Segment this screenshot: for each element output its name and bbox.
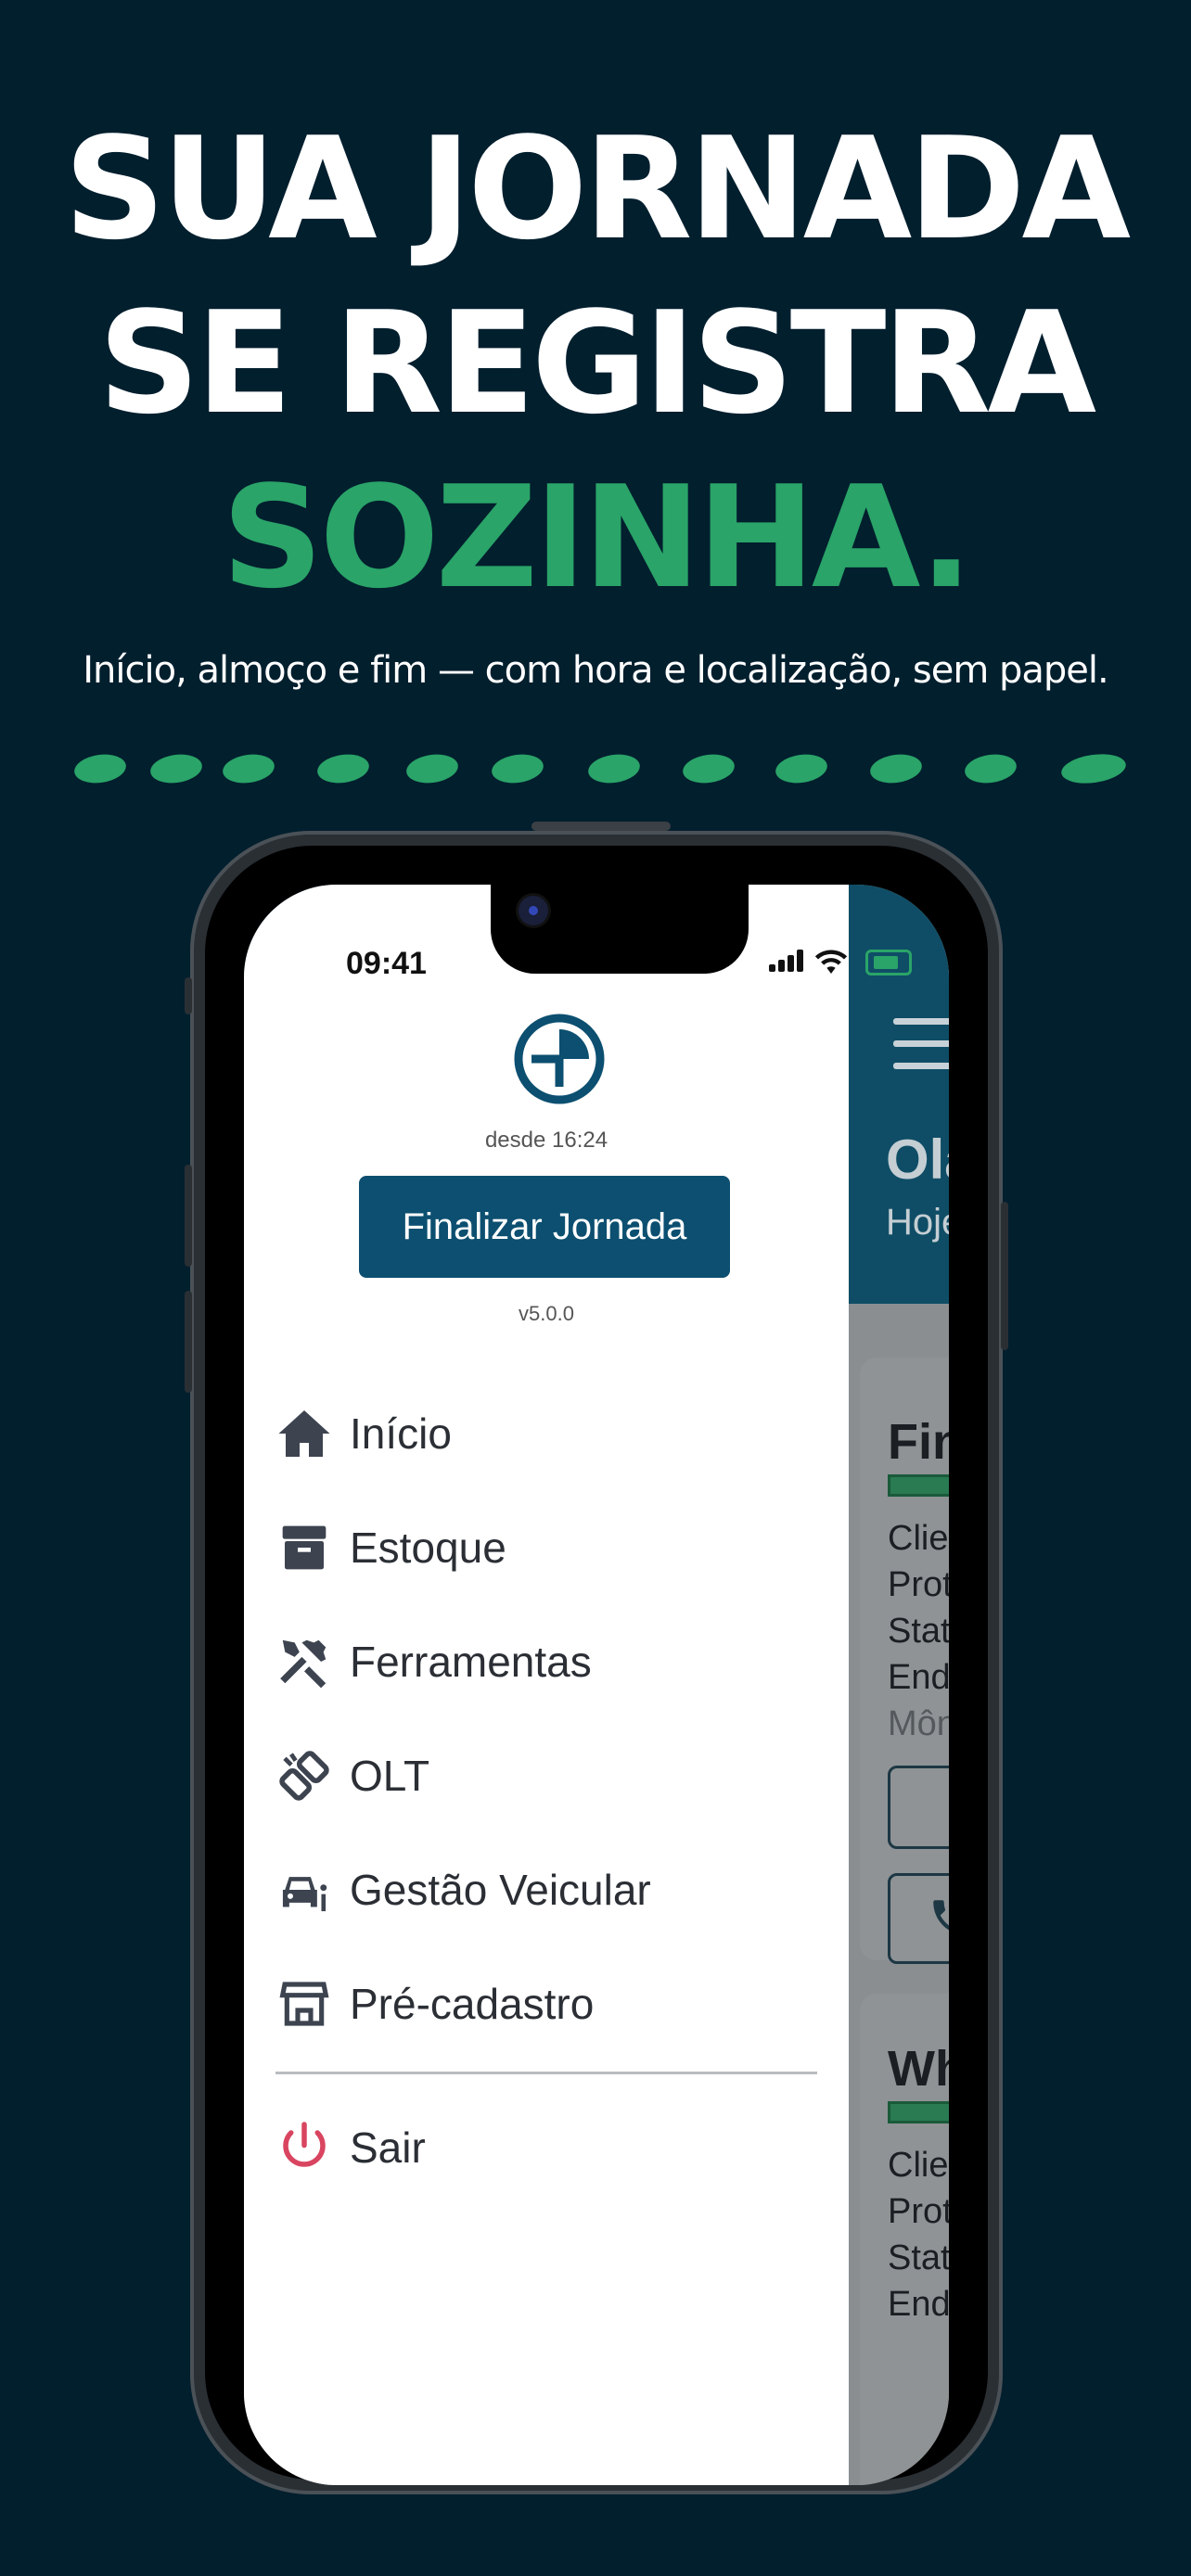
dot: [404, 751, 460, 786]
home-icon: [272, 1401, 337, 1466]
phone-icon: [933, 1900, 949, 1931]
dot: [1059, 750, 1128, 787]
menu-item-estoque[interactable]: Estoque: [272, 1511, 828, 1585]
tools-icon: [272, 1629, 337, 1694]
mute-switch: [185, 977, 192, 1014]
dot: [72, 751, 128, 786]
dot: [490, 751, 545, 786]
dot: [148, 751, 204, 786]
app-logo-icon: [514, 1014, 605, 1104]
card-line: Ende: [888, 2285, 949, 2324]
dot: [868, 751, 924, 786]
archive-box-icon: [272, 1515, 337, 1580]
store-icon: [272, 1971, 337, 2036]
menu-label: Estoque: [350, 1524, 506, 1572]
power-button: [1001, 1202, 1008, 1350]
dot: [963, 751, 1018, 786]
cable-plug-icon: [272, 1743, 337, 1808]
today-text: Hoje v: [886, 1202, 949, 1243]
hero-headline: SUA JORNADA SE REGISTRA SOZINHA.: [0, 102, 1191, 625]
card-status-bar: [888, 1474, 949, 1497]
menu-item-pre-cadastro[interactable]: Pré-cadastro: [272, 1967, 828, 2041]
card-title: Wha: [888, 2041, 949, 2097]
menu-label: Pré-cadastro: [350, 1980, 595, 2028]
car-info-icon: [272, 1857, 337, 1922]
volume-down-button: [185, 1291, 192, 1393]
menu-label: OLT: [350, 1752, 430, 1800]
card-title: Fina: [888, 1414, 949, 1470]
app-version: v5.0.0: [519, 1302, 574, 1325]
card-line: Proto: [888, 1565, 949, 1604]
menu-label: Início: [350, 1409, 452, 1458]
top-speaker: [531, 822, 671, 831]
volume-up-button: [185, 1165, 192, 1267]
navigation-drawer: 09:41 desde 16:24 Finalizar Jornada v5.0…: [244, 885, 849, 2485]
menu-item-sair[interactable]: Sair: [272, 2111, 828, 2185]
phone-screen: Olá Hoje v Fina Clien Proto Statu Ende M…: [244, 885, 949, 2485]
decorative-dots: [72, 747, 1132, 794]
dot: [315, 751, 371, 786]
signal-icon: [769, 950, 806, 972]
phone-notch: [491, 885, 749, 974]
card-line: Statu: [888, 1612, 949, 1651]
service-card[interactable]: Wha Clien Proto Statu Ende: [860, 1994, 949, 2485]
battery-icon: [865, 950, 912, 976]
finish-journey-button[interactable]: Finalizar Jornada: [359, 1176, 730, 1278]
menu-item-inicio[interactable]: Início: [272, 1396, 828, 1471]
greeting-text: Olá: [886, 1129, 949, 1191]
menu-label: Sair: [350, 2123, 426, 2172]
front-camera: [519, 896, 548, 925]
menu-item-olt[interactable]: OLT: [272, 1739, 828, 1813]
journey-start-time: desde 16:24: [484, 1128, 608, 1153]
card-line: Mônic: [888, 1704, 949, 1743]
card-line: Statu: [888, 2238, 949, 2277]
menu-label: Gestão Veicular: [350, 1866, 651, 1914]
headline-line-1: SUA JORNADA: [63, 107, 1131, 271]
service-card[interactable]: Fina Clien Proto Statu Ende Mônic: [860, 1358, 949, 1964]
card-line: Clien: [888, 2146, 949, 2185]
headline-line-2: SE REGISTRA: [97, 281, 1096, 445]
power-icon: [272, 2115, 337, 2180]
card-status-bar: [888, 2101, 949, 2123]
card-line: Clien: [888, 1519, 949, 1558]
menu-label: Ferramentas: [350, 1638, 592, 1686]
dot: [586, 751, 642, 786]
menu-divider: [275, 2072, 817, 2074]
card-line: Proto: [888, 2192, 949, 2231]
menu-item-gestao-veicular[interactable]: Gestão Veicular: [272, 1853, 828, 1927]
menu-icon[interactable]: [893, 1018, 949, 1085]
dot: [681, 751, 736, 786]
phone-mockup: Olá Hoje v Fina Clien Proto Statu Ende M…: [185, 822, 1008, 2494]
card-action-button[interactable]: [888, 1766, 949, 1849]
dot: [774, 751, 829, 786]
phone-bezel: Olá Hoje v Fina Clien Proto Statu Ende M…: [205, 846, 988, 2485]
dot: [221, 751, 276, 786]
hero-subtitle: Início, almoço e fim — com hora e locali…: [83, 649, 1108, 692]
card-line: Ende: [888, 1658, 949, 1697]
call-button[interactable]: [888, 1873, 949, 1964]
headline-line-3: SOZINHA.: [221, 455, 973, 619]
menu-item-ferramentas[interactable]: Ferramentas: [272, 1625, 828, 1699]
wifi-icon: [814, 950, 848, 974]
